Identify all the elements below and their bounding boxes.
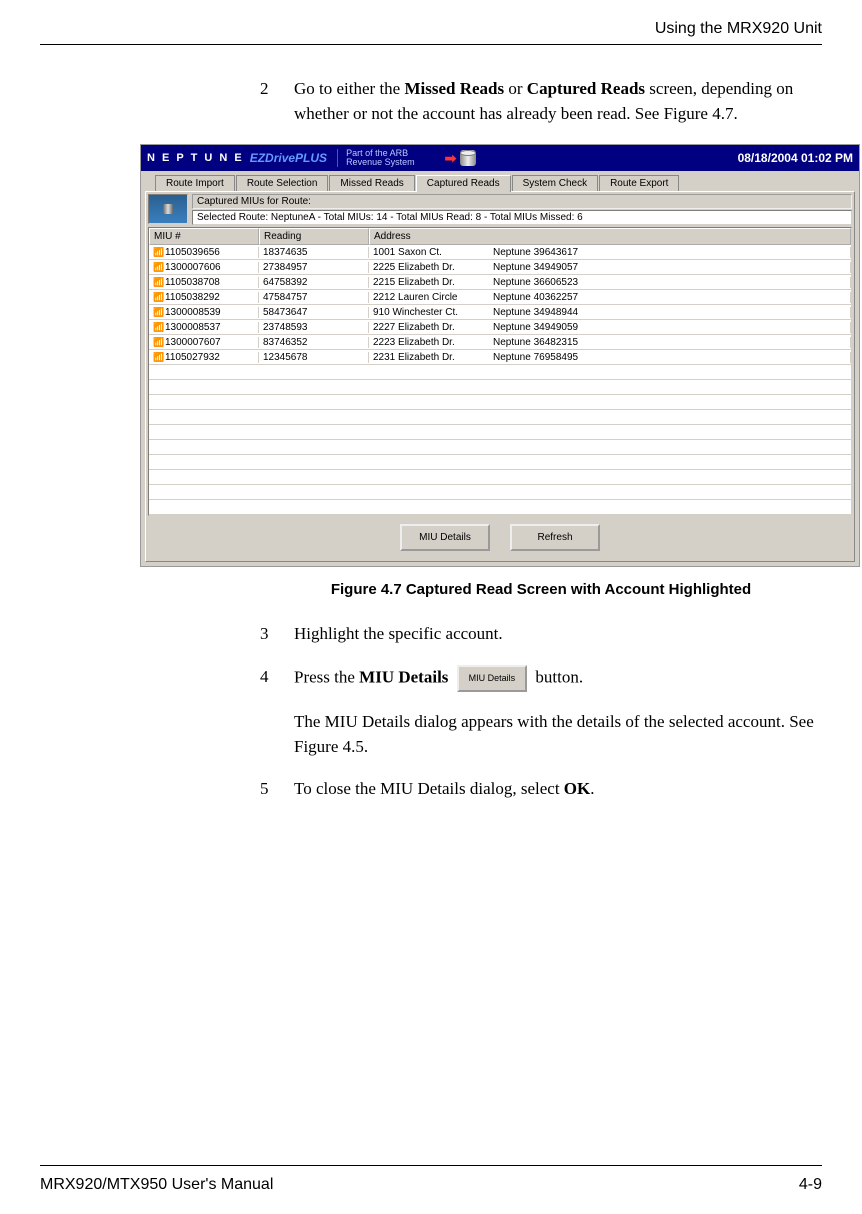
signal-icon: 📶 bbox=[153, 322, 165, 333]
cell-address: 1001 Saxon Ct.Neptune 39643617 bbox=[369, 247, 851, 258]
table-row[interactable] bbox=[149, 470, 851, 485]
col-reading[interactable]: Reading bbox=[259, 228, 369, 245]
route-icon bbox=[148, 194, 188, 224]
tab-system-check[interactable]: System Check bbox=[512, 175, 598, 191]
route-label: Captured MIUs for Route: bbox=[192, 194, 852, 209]
page-footer: MRX920/MTX950 User's Manual 4-9 bbox=[40, 1165, 822, 1214]
step-text: To close the MIU Details dialog, select … bbox=[294, 777, 822, 802]
tab-route-import[interactable]: Route Import bbox=[155, 175, 235, 191]
table-row[interactable] bbox=[149, 455, 851, 470]
step-number: 4 bbox=[260, 665, 294, 692]
signal-icon: 📶 bbox=[153, 262, 165, 273]
signal-icon: 📶 bbox=[153, 307, 165, 318]
cylinder-icon bbox=[163, 204, 173, 214]
table-row[interactable]: 📶130000853958473647910 Winchester Ct.Nep… bbox=[149, 305, 851, 320]
signal-icon: 📶 bbox=[153, 352, 165, 363]
cell-address: 2223 Elizabeth Dr.Neptune 36482315 bbox=[369, 337, 851, 348]
table-row[interactable]: 📶1300008537237485932227 Elizabeth Dr.Nep… bbox=[149, 320, 851, 335]
signal-icon: 📶 bbox=[153, 292, 165, 303]
miu-details-button[interactable]: MIU Details bbox=[400, 524, 490, 551]
datetime-label: 08/18/2004 01:02 PM bbox=[738, 151, 853, 165]
cell-reading: 18374635 bbox=[259, 247, 369, 258]
step-number: 3 bbox=[260, 622, 294, 647]
step-3: 3 Highlight the specific account. bbox=[260, 622, 822, 647]
cell-miu: 📶1300007606 bbox=[149, 262, 259, 273]
cylinder-icon bbox=[460, 150, 476, 166]
signal-icon: 📶 bbox=[153, 277, 165, 288]
cell-miu: 📶1105038708 bbox=[149, 277, 259, 288]
figure-caption: Figure 4.7 Captured Read Screen with Acc… bbox=[260, 581, 822, 598]
tab-missed-reads[interactable]: Missed Reads bbox=[329, 175, 414, 191]
app-titlebar: N E P T U N E EZDrivePLUS Part of the AR… bbox=[141, 145, 859, 171]
step-text: Go to either the Missed Reads or Capture… bbox=[294, 77, 822, 126]
cell-miu: 📶1105027932 bbox=[149, 352, 259, 363]
product-label: EZDrivePLUS bbox=[250, 151, 327, 165]
footer-left: MRX920/MTX950 User's Manual bbox=[40, 1176, 273, 1194]
table-row[interactable] bbox=[149, 365, 851, 380]
step-4-followup: The MIU Details dialog appears with the … bbox=[294, 710, 822, 759]
table-row[interactable]: 📶1300007607837463522223 Elizabeth Dr.Nep… bbox=[149, 335, 851, 350]
miu-grid[interactable]: MIU # Reading Address 📶11050396561837463… bbox=[148, 227, 852, 516]
tab-captured-reads[interactable]: Captured Reads bbox=[416, 175, 511, 192]
signal-icon: 📶 bbox=[153, 337, 165, 348]
cell-miu: 📶1105039656 bbox=[149, 247, 259, 258]
cell-reading: 27384957 bbox=[259, 262, 369, 273]
table-row[interactable] bbox=[149, 410, 851, 425]
step-2: 2 Go to either the Missed Reads or Captu… bbox=[260, 77, 822, 126]
step-5: 5 To close the MIU Details dialog, selec… bbox=[260, 777, 822, 802]
cell-reading: 58473647 bbox=[259, 307, 369, 318]
footer-right: 4-9 bbox=[799, 1176, 822, 1194]
cell-reading: 64758392 bbox=[259, 277, 369, 288]
signal-icon: 📶 bbox=[153, 247, 165, 258]
refresh-button[interactable]: Refresh bbox=[510, 524, 600, 551]
cell-miu: 📶1300008537 bbox=[149, 322, 259, 333]
step-text: Press the MIU Details MIU Details button… bbox=[294, 665, 822, 692]
cell-address: 2215 Elizabeth Dr.Neptune 36606523 bbox=[369, 277, 851, 288]
route-value: Selected Route: NeptuneA - Total MIUs: 1… bbox=[192, 210, 852, 225]
app-screenshot: N E P T U N E EZDrivePLUS Part of the AR… bbox=[140, 144, 860, 567]
arrow-icon: ➡ bbox=[445, 150, 457, 167]
tab-route-export[interactable]: Route Export bbox=[599, 175, 679, 191]
brand-label: N E P T U N E bbox=[147, 152, 244, 164]
col-address[interactable]: Address bbox=[369, 228, 851, 245]
table-row[interactable] bbox=[149, 485, 851, 500]
step-4: 4 Press the MIU Details MIU Details butt… bbox=[260, 665, 822, 692]
table-row[interactable] bbox=[149, 440, 851, 455]
table-row[interactable]: 📶1105027932123456782231 Elizabeth Dr.Nep… bbox=[149, 350, 851, 365]
table-row[interactable]: 📶1105038708647583922215 Elizabeth Dr.Nep… bbox=[149, 275, 851, 290]
tagline: Part of the ARBRevenue System bbox=[337, 149, 415, 167]
cell-miu: 📶1105038292 bbox=[149, 292, 259, 303]
cell-address: 2227 Elizabeth Dr.Neptune 34949059 bbox=[369, 322, 851, 333]
cell-reading: 23748593 bbox=[259, 322, 369, 333]
cell-address: 2212 Lauren CircleNeptune 40362257 bbox=[369, 292, 851, 303]
db-sync-icon: ➡ bbox=[445, 150, 477, 167]
table-row[interactable] bbox=[149, 380, 851, 395]
table-row[interactable] bbox=[149, 395, 851, 410]
cell-reading: 12345678 bbox=[259, 352, 369, 363]
captured-reads-panel: Captured MIUs for Route: Selected Route:… bbox=[145, 191, 855, 562]
step-text: Highlight the specific account. bbox=[294, 622, 822, 647]
table-row[interactable]: 📶1300007606273849572225 Elizabeth Dr.Nep… bbox=[149, 260, 851, 275]
table-row[interactable]: 📶1105039656183746351001 Saxon Ct.Neptune… bbox=[149, 245, 851, 260]
table-row[interactable] bbox=[149, 500, 851, 515]
cell-reading: 83746352 bbox=[259, 337, 369, 348]
cell-address: 2231 Elizabeth Dr.Neptune 76958495 bbox=[369, 352, 851, 363]
cell-address: 2225 Elizabeth Dr.Neptune 34949057 bbox=[369, 262, 851, 273]
step-number: 5 bbox=[260, 777, 294, 802]
cell-address: 910 Winchester Ct.Neptune 34948944 bbox=[369, 307, 851, 318]
inline-miu-details-button: MIU Details bbox=[457, 665, 528, 692]
cell-reading: 47584757 bbox=[259, 292, 369, 303]
table-row[interactable]: 📶1105038292475847572212 Lauren CircleNep… bbox=[149, 290, 851, 305]
cell-miu: 📶1300008539 bbox=[149, 307, 259, 318]
running-header: Using the MRX920 Unit bbox=[40, 20, 822, 45]
col-miu[interactable]: MIU # bbox=[149, 228, 259, 245]
tab-route-selection[interactable]: Route Selection bbox=[236, 175, 329, 191]
tab-strip: Route Import Route Selection Missed Read… bbox=[155, 175, 855, 191]
cell-miu: 📶1300007607 bbox=[149, 337, 259, 348]
grid-header: MIU # Reading Address bbox=[149, 228, 851, 245]
step-number: 2 bbox=[260, 77, 294, 126]
table-row[interactable] bbox=[149, 425, 851, 440]
